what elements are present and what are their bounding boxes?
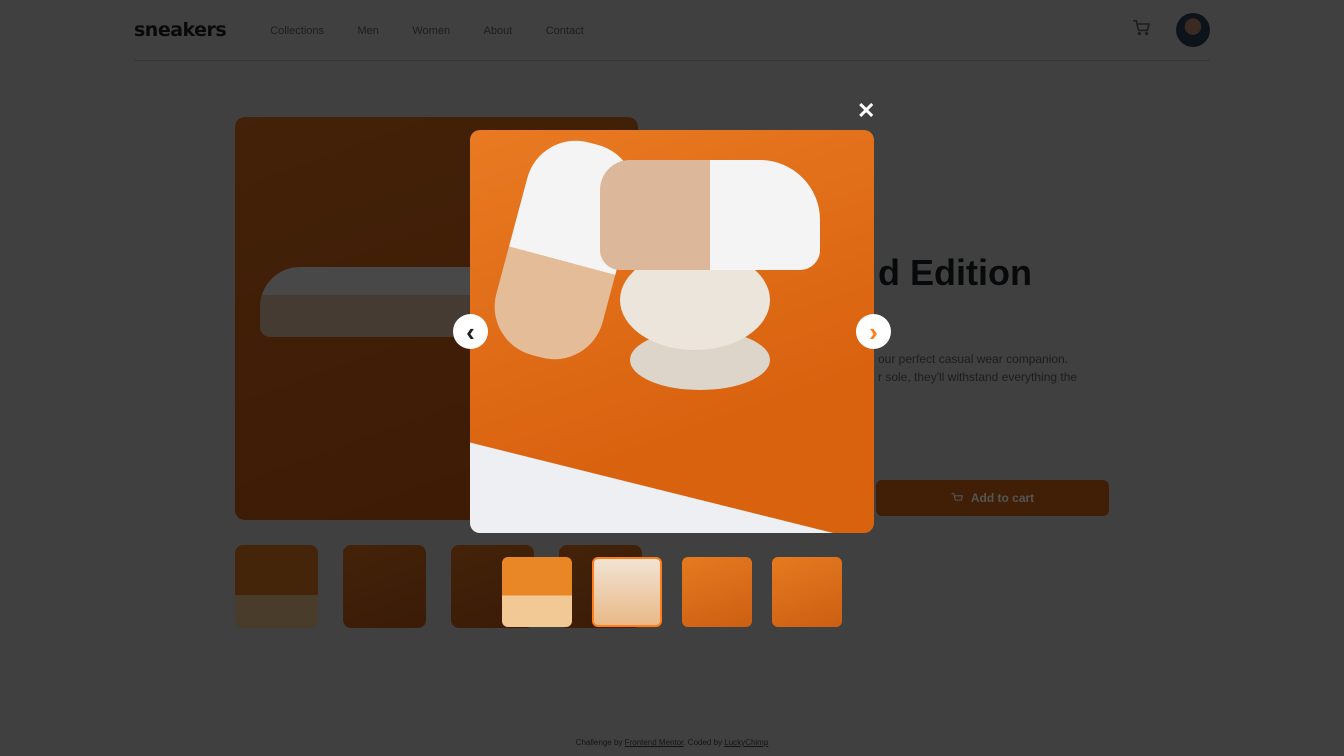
logo[interactable]: sneakers: [134, 19, 227, 41]
footer: Challenge by Frontend Mentor. Coded by L…: [0, 738, 1344, 747]
avatar[interactable]: [1176, 13, 1210, 47]
cart-icon: [951, 492, 963, 501]
description-line: our perfect casual wear companion.: [878, 352, 1069, 366]
next-button[interactable]: ›: [856, 314, 891, 349]
frontend-mentor-link[interactable]: Frontend Mentor: [625, 738, 684, 747]
thumbnail[interactable]: [235, 545, 318, 628]
nav-women[interactable]: Women: [412, 25, 450, 37]
add-to-cart-label: Add to cart: [970, 491, 1035, 505]
footer-text: Challenge by: [575, 738, 623, 747]
thumbnail[interactable]: [343, 545, 426, 628]
previous-button[interactable]: ‹: [453, 314, 488, 349]
lightbox-thumbnails: [502, 557, 842, 627]
lightbox-thumbnail[interactable]: [772, 557, 842, 627]
main-nav: Collections Men Women About Contact: [270, 21, 612, 39]
chevron-right-icon: ›: [869, 316, 878, 347]
author-link[interactable]: LuckyChimp: [724, 738, 768, 747]
lightbox-image: [470, 130, 874, 533]
close-icon[interactable]: ✕: [857, 98, 875, 124]
nav-contact[interactable]: Contact: [546, 25, 584, 37]
lightbox-thumbnail[interactable]: [682, 557, 752, 627]
add-to-cart-button[interactable]: Add to cart: [876, 480, 1109, 516]
footer-text: . Coded by: [683, 738, 723, 747]
chevron-left-icon: ‹: [466, 316, 475, 347]
product-title: d Edition: [878, 252, 1032, 293]
nav-men[interactable]: Men: [358, 25, 379, 37]
lightbox-thumbnail-active[interactable]: [592, 557, 662, 627]
description-line: r sole, they'll withstand everything the: [878, 370, 1078, 384]
nav-collections[interactable]: Collections: [270, 25, 324, 37]
product-description: our perfect casual wear companion. r sol…: [878, 350, 1108, 386]
header: sneakers Collections Men Women About Con…: [134, 0, 1210, 61]
nav-about[interactable]: About: [484, 25, 513, 37]
lightbox-thumbnail[interactable]: [502, 557, 572, 627]
cart-icon[interactable]: [1132, 20, 1150, 36]
